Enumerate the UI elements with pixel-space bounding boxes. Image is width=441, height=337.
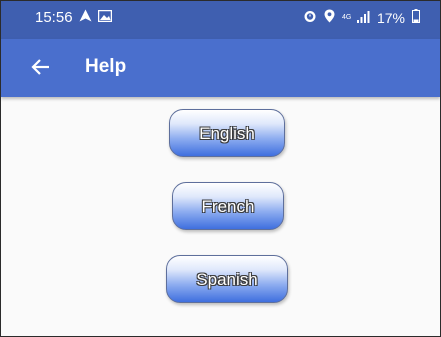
image-icon [97,9,112,26]
alarm-icon [303,9,317,26]
app-screen: 15:56 4G 17% Help English French Spanish [0,0,441,337]
battery-percent: 17% [376,9,405,26]
spanish-button[interactable]: Spanish [166,255,288,303]
status-time: 15:56 [35,9,73,26]
app-bar: Help [1,39,440,97]
english-button[interactable]: English [169,109,285,157]
back-arrow-icon[interactable] [29,55,53,79]
status-right: 4G 17% [303,9,420,26]
signal-icon [356,10,370,26]
navigation-icon [79,9,92,26]
french-button[interactable]: French [172,182,284,230]
location-icon [324,9,335,26]
status-bar: 15:56 4G 17% [1,1,440,39]
battery-icon [412,9,420,26]
status-left: 15:56 [35,9,112,26]
page-title: Help [85,56,127,77]
network-type: 4G [341,14,352,21]
